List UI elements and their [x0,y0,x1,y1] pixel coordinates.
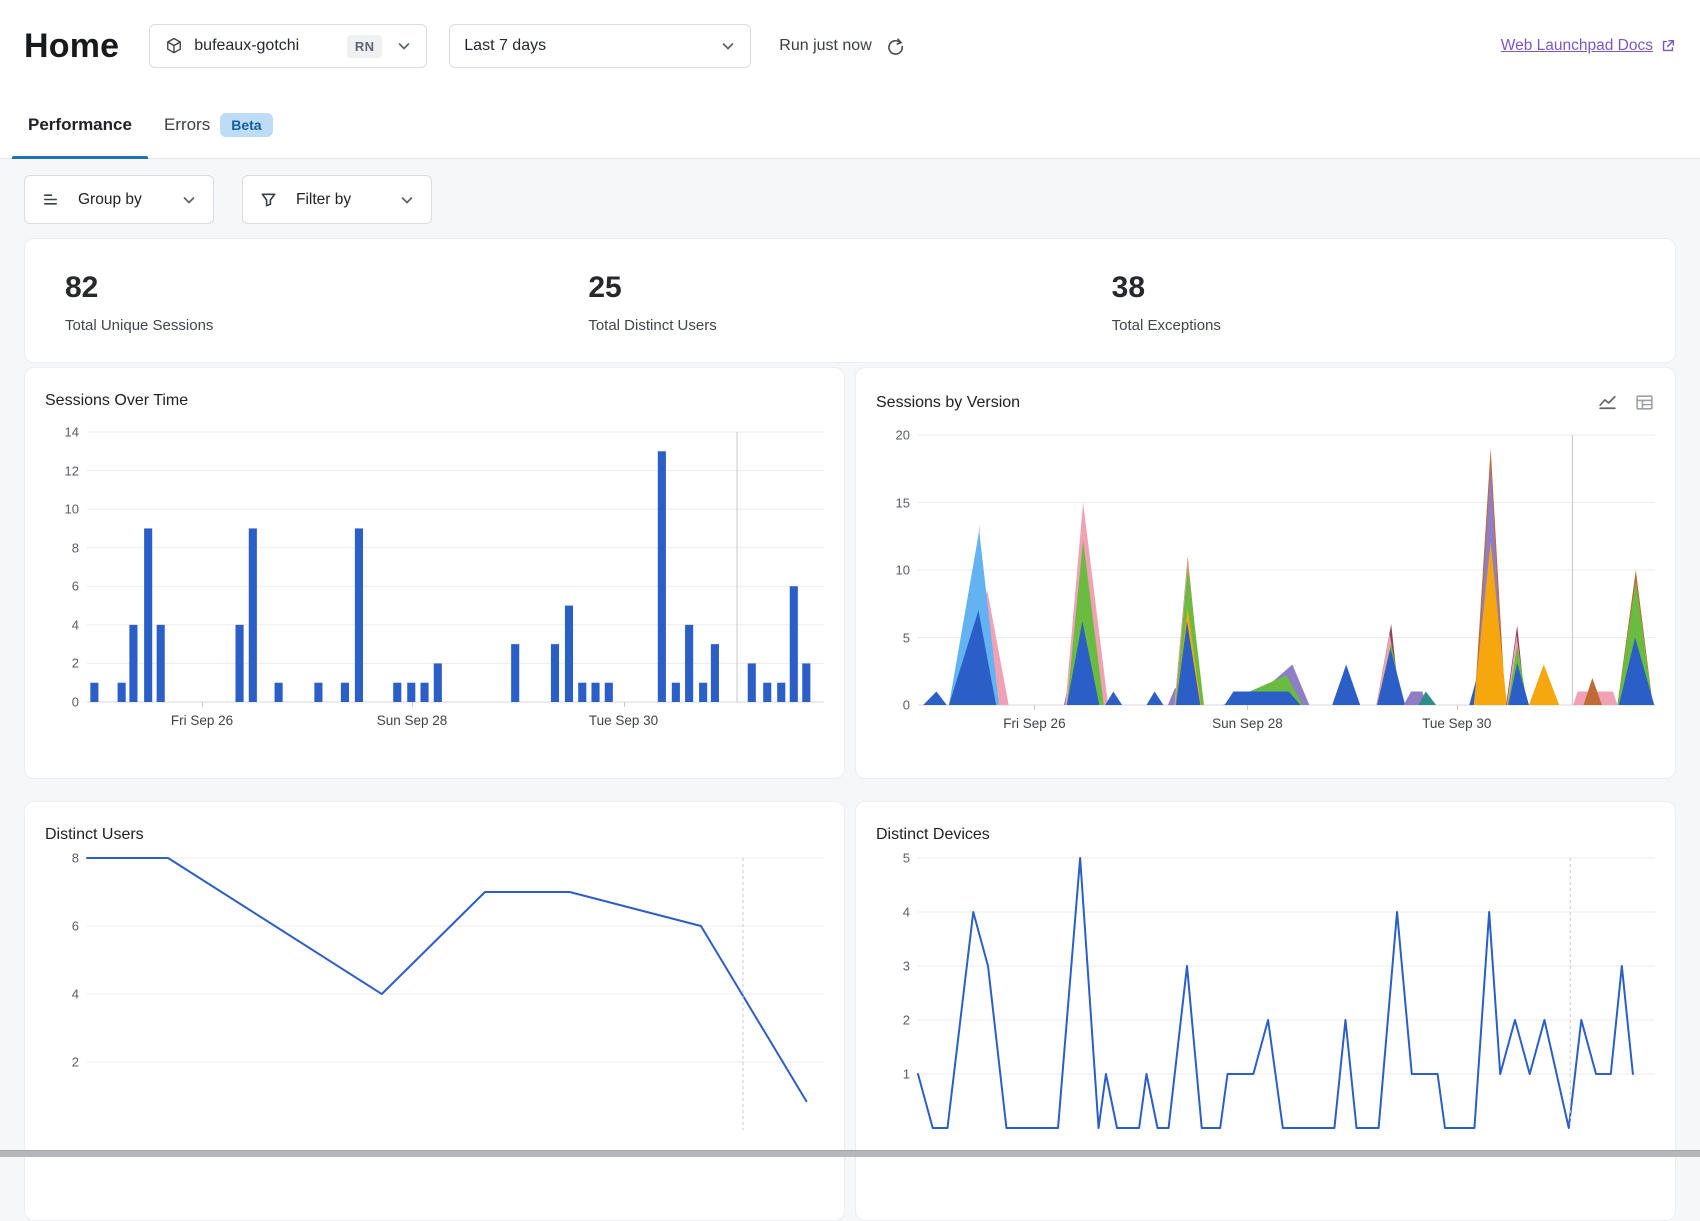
chart-title: Sessions Over Time [45,392,188,410]
x-tick-label: Sun Sep 28 [377,713,448,728]
window-edge-bar [0,1150,1700,1157]
y-tick-label: 4 [72,987,79,1002]
y-tick-label: 12 [65,463,79,478]
x-tick-mark [412,702,413,707]
y-tick-label: 4 [72,617,79,632]
sessions-by-version-chart: Sessions by Version 0 5 10 15 20 [855,367,1676,779]
x-tick-mark [624,702,625,707]
run-status-text: Run just now [779,37,872,55]
y-tick-label: 5 [903,630,910,645]
x-tick-label: Tue Sep 30 [1422,716,1491,731]
y-tick-label: 0 [72,695,79,710]
filter-funnel-icon [259,190,278,209]
line-plot-area [87,858,824,1130]
y-tick-label: 2 [72,656,79,671]
chevron-down-icon [396,38,412,54]
y-tick-label: 1 [903,1067,910,1082]
y-tick-label: 10 [65,502,79,517]
y-tick-label: 4 [903,905,910,920]
date-range-value: Last 7 days [464,37,546,55]
filter-row: Group by Filter by [24,175,1676,224]
y-tick-label: 2 [903,1013,910,1028]
y-tick-label: 6 [72,919,79,934]
group-by-icon [41,190,60,209]
stat-total-distinct-users: 25 Total Distinct Users [588,271,1111,334]
stat-label: Total Distinct Users [588,317,1111,334]
y-tick-label: 14 [65,425,79,440]
tab-performance[interactable]: Performance [12,92,148,158]
project-name: bufeaux-gotchi [194,37,299,55]
stat-label: Total Exceptions [1112,317,1635,334]
chart-title: Distinct Users [45,826,144,844]
tab-errors[interactable]: Errors Beta [148,92,289,158]
stat-label: Total Unique Sessions [65,317,588,334]
x-tick-mark [1457,705,1458,710]
chart-title: Sessions by Version [876,394,1020,412]
run-status: Run just now [779,37,905,56]
charts-grid: Sessions Over Time 02468101214 Fri Sep 2… [24,367,1676,1221]
chevron-down-icon [399,192,415,208]
stat-value: 25 [588,271,1111,305]
x-tick-label: Fri Sep 26 [171,713,233,728]
y-tick-label: 8 [72,851,79,866]
x-tick-label: Fri Sep 26 [1003,716,1065,731]
bar-plot-area [87,432,824,702]
external-link-icon [1660,38,1676,54]
tab-bar: Performance Errors Beta [12,92,1676,158]
project-selector[interactable]: bufeaux-gotchi RN [149,24,427,68]
y-tick-label: 8 [72,540,79,555]
line-chart-view-icon[interactable] [1597,392,1618,413]
y-tick-label: 5 [903,851,910,866]
distinct-users-chart: Distinct Users 2 4 6 8 [24,801,845,1221]
distinct-devices-chart: Distinct Devices 1 2 3 4 5 [855,801,1676,1221]
page-header: Home bufeaux-gotchi RN Last 7 days Run j… [0,0,1700,159]
stat-total-unique-sessions: 82 Total Unique Sessions [65,271,588,334]
y-axis-labels: 02468101214 [45,432,79,702]
y-tick-label: 3 [903,959,910,974]
y-axis-labels: 05101520 [876,435,910,705]
filter-by-dropdown[interactable]: Filter by [242,175,432,224]
refresh-icon[interactable] [886,37,905,56]
docs-link-label: Web Launchpad Docs [1501,37,1653,55]
chevron-down-icon [181,192,197,208]
sessions-over-time-chart: Sessions Over Time 0 2 4 6 8 10 12 14 Fri Sep 2… [24,367,845,779]
x-axis-labels: Fri Sep 26 Sun Sep 28 Tue Sep 30 [918,708,1655,738]
y-tick-label: 10 [896,563,910,578]
page-title: Home [24,27,119,66]
y-tick-label: 2 [72,1055,79,1070]
table-view-icon[interactable] [1634,392,1655,413]
filter-by-label: Filter by [296,191,351,209]
line-plot-area [918,858,1655,1128]
chart-title: Distinct Devices [876,826,990,844]
group-by-dropdown[interactable]: Group by [24,175,214,224]
chevron-down-icon [720,38,736,54]
summary-stats-card: 82 Total Unique Sessions 25 Total Distin… [24,238,1676,363]
y-tick-label: 0 [903,698,910,713]
date-range-selector[interactable]: Last 7 days [449,24,751,68]
x-tick-mark [1034,705,1035,710]
x-tick-label: Sun Sep 28 [1212,716,1283,731]
x-axis-labels: Fri Sep 26 Sun Sep 28 Tue Sep 30 [87,705,824,735]
y-tick-label: 6 [72,579,79,594]
beta-badge: Beta [220,113,272,137]
group-by-label: Group by [78,191,142,209]
y-tick-label: 20 [896,428,910,443]
x-tick-mark [1247,705,1248,710]
stat-value: 38 [1112,271,1635,305]
package-icon [164,36,184,56]
x-tick-label: Tue Sep 30 [589,713,658,728]
y-axis-labels: 12345 [876,858,910,1128]
platform-badge: RN [347,35,382,58]
docs-link[interactable]: Web Launchpad Docs [1501,37,1676,55]
stat-total-exceptions: 38 Total Exceptions [1112,271,1635,334]
stat-value: 82 [65,271,588,305]
x-tick-mark [202,702,203,707]
area-plot-area [918,435,1655,705]
y-tick-label: 15 [896,495,910,510]
y-axis-labels: 2468 [45,858,79,1130]
